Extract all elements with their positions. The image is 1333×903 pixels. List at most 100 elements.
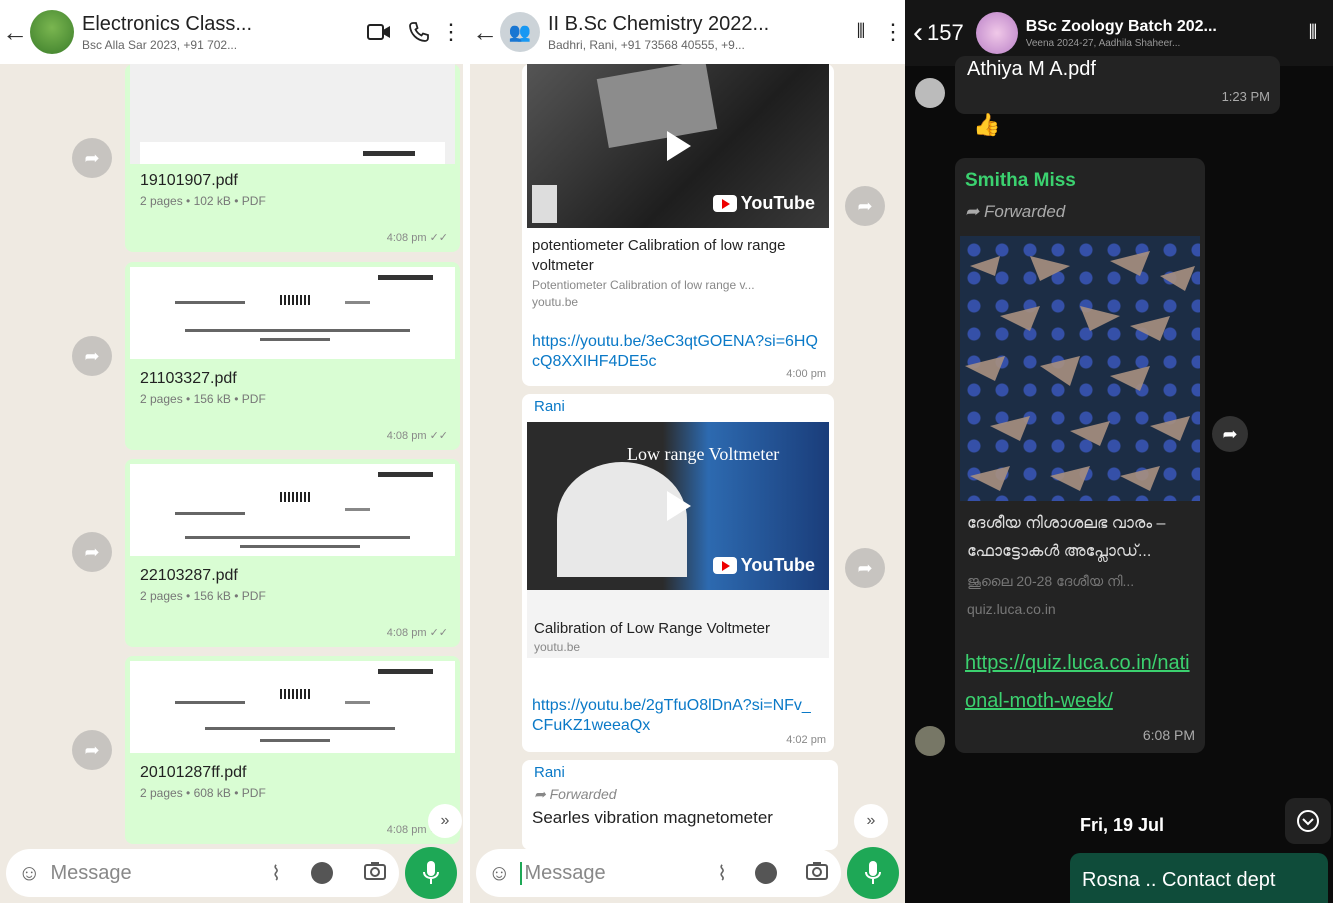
sender-name: Rani (534, 764, 565, 781)
forwarded-icon: ➦ (965, 202, 980, 221)
voice-chat-icon[interactable]: ⫴ (1293, 13, 1333, 53)
scroll-down-button[interactable] (1285, 798, 1331, 844)
preview-description: Potentiometer Calibration of low range v… (532, 278, 755, 292)
camera-icon[interactable] (363, 861, 387, 886)
document-message[interactable]: 19101907.pdf 2 pages • 102 kB • PDF 4:08… (125, 64, 460, 252)
pdf-preview[interactable] (130, 464, 455, 556)
forward-icon[interactable]: ➦ (72, 336, 112, 376)
composer: ☺ Message ⌇ (0, 843, 463, 903)
composer: ☺ Message ⌇ (470, 843, 905, 903)
more-options-icon[interactable]: ⋮ (439, 12, 463, 52)
camera-icon[interactable] (805, 861, 829, 886)
document-meta: 2 pages • 102 kB • PDF (140, 194, 266, 208)
moth-pattern-image (965, 251, 1195, 491)
emoji-icon[interactable]: ☺ (18, 860, 40, 886)
preview-domain: youtu.be (534, 640, 581, 654)
youtube-thumbnail[interactable]: Low range Voltmeter YouTube (527, 422, 829, 590)
forward-icon[interactable]: ➦ (72, 138, 112, 178)
sender-avatar[interactable] (915, 726, 945, 756)
video-call-icon[interactable] (359, 12, 399, 52)
unread-count: 157 (927, 20, 964, 45)
sender-avatar[interactable] (915, 78, 945, 108)
group-avatar[interactable]: 👥 (500, 12, 540, 52)
date-chip: Fri, 19 Jul (1080, 815, 1165, 835)
voice-chat-icon[interactable]: ⫴ (841, 12, 881, 52)
read-ticks-icon: ✓✓ (429, 627, 448, 639)
message-time: 4:08 pm ✓✓ (386, 627, 448, 639)
phone-call-icon[interactable] (399, 12, 439, 52)
payment-icon[interactable] (311, 862, 333, 884)
chat-title: Electronics Class... (82, 12, 253, 35)
group-avatar[interactable] (975, 12, 1018, 54)
attach-icon[interactable]: ⌇ (271, 861, 281, 886)
mic-button[interactable] (847, 847, 899, 899)
mic-button[interactable] (405, 847, 457, 899)
pdf-preview[interactable] (130, 64, 455, 164)
chevron-down-icon (1297, 810, 1319, 832)
read-ticks-icon: ✓✓ (429, 232, 448, 244)
message-link[interactable]: https://youtu.be/3eC3qtGOENA?si=6HQcQ8XX… (532, 332, 822, 372)
message-list[interactable]: Athiya M A.pdf 1:23 PM 👍 Smitha Miss ➦ F… (905, 56, 1333, 903)
chat-title-block[interactable]: Electronics Class... Bsc Alla Sar 2023, … (74, 13, 359, 52)
play-icon[interactable] (648, 476, 708, 536)
document-meta: 2 pages • 608 kB • PDF (140, 786, 266, 800)
pdf-preview[interactable] (130, 661, 455, 753)
forwarded-icon: ➦ (534, 786, 546, 802)
message-text: Searles vibration magnetometer (532, 808, 773, 827)
link-preview-message[interactable]: Rani Low range Voltmeter YouTube Calibra… (522, 394, 834, 752)
preview-domain: youtu.be (532, 295, 579, 309)
forward-icon[interactable]: ➦ (1212, 416, 1248, 452)
pdf-preview[interactable] (130, 267, 455, 359)
preview-title: Calibration of Low Range Voltmeter (534, 620, 770, 637)
message-list[interactable]: 19101907.pdf 2 pages • 102 kB • PDF 4:08… (0, 64, 463, 844)
reaction-thumbs-up[interactable]: 👍 (973, 112, 1000, 138)
chat-title: BSc Zoology Batch 202... (1025, 17, 1217, 35)
forwarded-message[interactable]: Rani ➦ Forwarded Searles vibration magne… (522, 760, 838, 850)
youtube-thumbnail[interactable]: YouTube (527, 64, 829, 228)
document-meta: 2 pages • 156 kB • PDF (140, 589, 266, 603)
message-link[interactable]: https://quiz.luca.co.in/national-moth-we… (965, 644, 1197, 720)
chat-subtitle: Badhri, Rani, +91 73568 40555, +9... (548, 37, 745, 52)
document-name: 20101287ff.pdf (140, 764, 247, 781)
back-arrow-icon[interactable]: ← (0, 17, 30, 48)
preview-title: potentiometer Calibration of low range v… (532, 237, 786, 274)
youtube-logo: YouTube (712, 555, 815, 576)
document-meta: 2 pages • 156 kB • PDF (140, 392, 266, 406)
attach-icon[interactable]: ⌇ (717, 861, 727, 886)
forward-icon[interactable]: ➦ (72, 730, 112, 770)
outgoing-message[interactable]: Rosna .. Contact dept (1070, 853, 1328, 903)
forward-icon[interactable]: ➦ (845, 186, 885, 226)
chat-title-block[interactable]: II B.Sc Chemistry 2022... Badhri, Rani, … (540, 13, 841, 52)
document-message[interactable]: 22103287.pdf 2 pages • 156 kB • PDF 4:08… (125, 459, 460, 647)
scroll-down-icon[interactable]: » (428, 804, 462, 838)
emoji-icon[interactable]: ☺ (488, 860, 510, 886)
document-message[interactable]: 21103327.pdf 2 pages • 156 kB • PDF 4:08… (125, 262, 460, 450)
document-name: 19101907.pdf (140, 172, 238, 189)
scroll-down-icon[interactable]: » (854, 804, 888, 838)
link-preview-message[interactable]: YouTube potentiometer Calibration of low… (522, 64, 834, 386)
message-link[interactable]: https://youtu.be/2gTfuO8lDnA?si=NFv_CFuK… (532, 696, 822, 736)
video-overlay-text: Low range Voltmeter (627, 444, 780, 464)
document-message[interactable]: Athiya M A.pdf 1:23 PM (955, 56, 1280, 114)
back-arrow-icon[interactable]: ← (470, 17, 500, 48)
preview-description: ജൂലൈ 20-28 ദേശീയ നി... (967, 573, 1135, 589)
forwarded-message[interactable]: Smitha Miss ➦ Forwarded ദേശീയ നിശാശലഭ വാ… (955, 158, 1205, 753)
forward-icon[interactable]: ➦ (72, 532, 112, 572)
preview-image[interactable] (960, 236, 1200, 501)
preview-title: ദേശീയ നിശാശലഭ വാരം – ഫോട്ടോകൾ അപ്ലോഡ്... (967, 515, 1166, 560)
forwarded-label: ➦ Forwarded (965, 202, 1066, 221)
payment-icon[interactable] (755, 862, 777, 884)
message-input[interactable]: ☺ Message ⌇ (6, 849, 399, 897)
forwarded-label: ➦ Forwarded (534, 786, 617, 802)
message-time: 4:02 pm (786, 734, 826, 746)
group-avatar[interactable] (30, 10, 74, 54)
chat-title-block[interactable]: BSc Zoology Batch 202... Veena 2024-27, … (1018, 18, 1293, 49)
more-options-icon[interactable]: ⋮ (881, 12, 905, 52)
message-list[interactable]: YouTube potentiometer Calibration of low… (470, 64, 905, 850)
play-icon[interactable] (648, 116, 708, 176)
message-input[interactable]: ☺ Message ⌇ (476, 849, 841, 897)
chat-header: ← 👥 II B.Sc Chemistry 2022... Badhri, Ra… (470, 0, 905, 64)
forward-icon[interactable]: ➦ (845, 548, 885, 588)
document-message[interactable]: 20101287ff.pdf 2 pages • 608 kB • PDF 4:… (125, 656, 460, 844)
back-button[interactable]: ‹ 157 (905, 16, 964, 50)
